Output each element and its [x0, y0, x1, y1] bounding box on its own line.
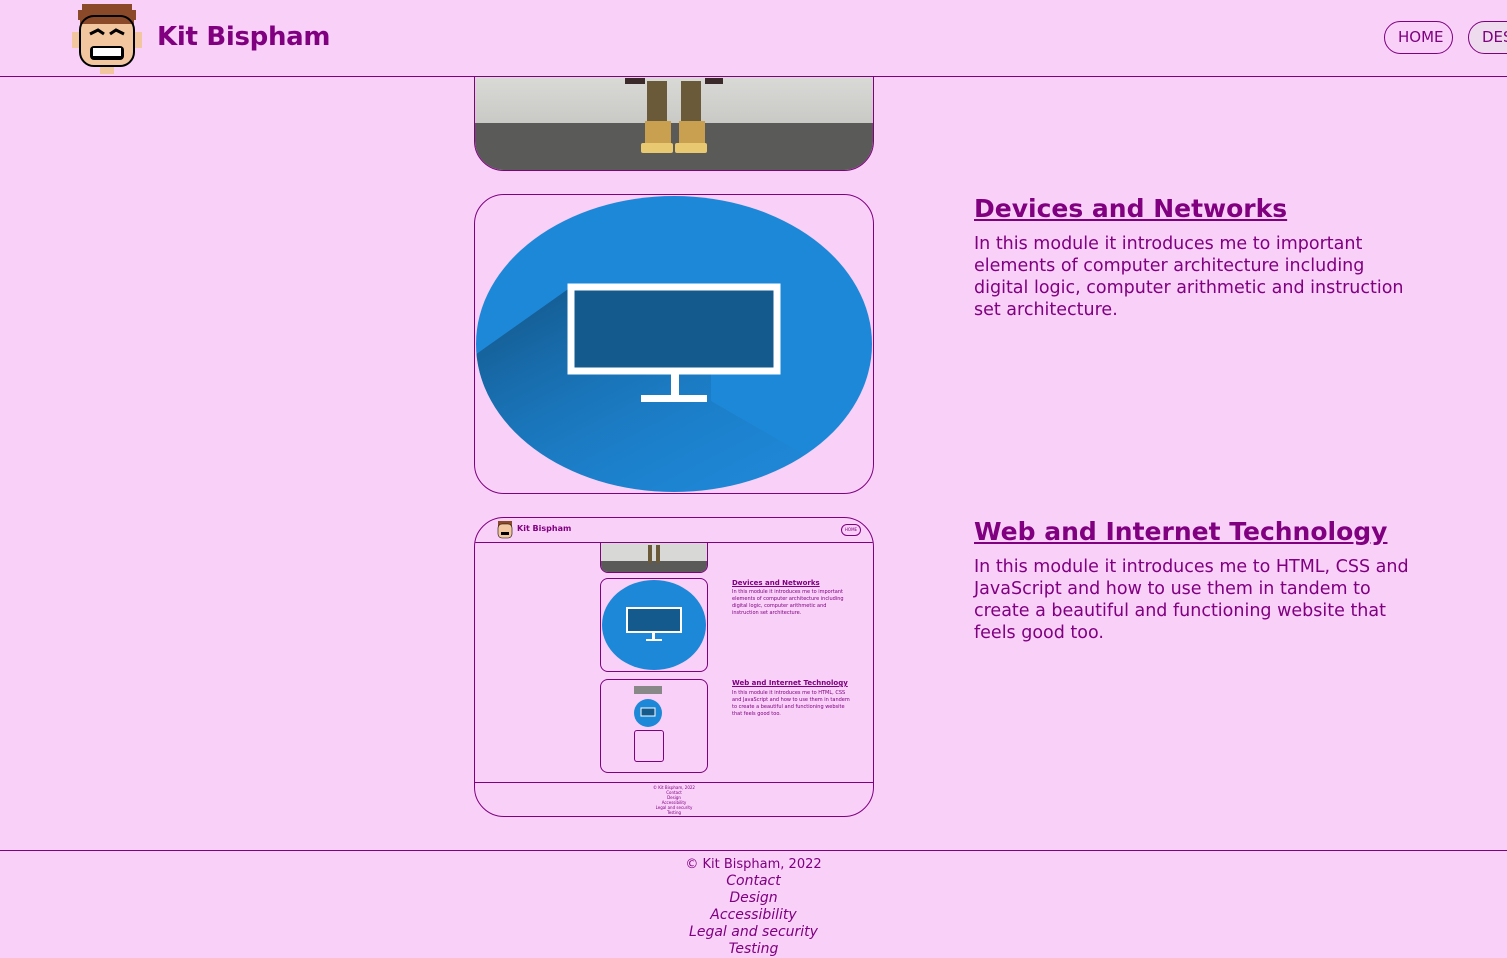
- module-title-devices-networks[interactable]: Devices and Networks: [974, 194, 1287, 223]
- footer-link-contact[interactable]: Contact: [0, 873, 1507, 890]
- mini-header: Kit Bispham HOME: [475, 518, 873, 543]
- monitor-icon: [476, 196, 872, 492]
- mini-site-title: Kit Bispham: [517, 524, 572, 533]
- mini-footer-link: Testing: [666, 810, 682, 815]
- site-title[interactable]: Kit Bispham: [157, 22, 331, 52]
- copyright-text: © Kit Bispham, 2022: [685, 857, 822, 872]
- devices-networks-image-card[interactable]: [474, 194, 874, 494]
- mini-home-button: HOME: [841, 524, 861, 536]
- mini-robot-card: [600, 542, 708, 573]
- mini-monitor-card: [600, 578, 708, 672]
- website-screenshot: Kit Bispham HOME Devices and Networks In…: [475, 518, 873, 816]
- mini-web-title: Web and Internet Technology: [732, 679, 848, 687]
- footer-link-testing[interactable]: Testing: [0, 941, 1507, 958]
- nav-home-button[interactable]: HOME: [1384, 21, 1453, 54]
- module-description: In this module it introduces me to impor…: [974, 234, 1404, 320]
- mini-monitor-icon: [602, 580, 706, 670]
- mini-footer: © Kit Bispham, 2022 Contact Design Acces…: [475, 782, 873, 815]
- site-header: Kit Bispham HOME DESIGN: [0, 0, 1507, 77]
- mini-devices-title: Devices and Networks: [732, 579, 820, 587]
- site-footer: © Kit Bispham, 2022 Contact Design Acces…: [0, 850, 1507, 958]
- module-description: In this module it introduces me to HTML,…: [974, 557, 1409, 643]
- mini-avatar-icon: [497, 521, 513, 539]
- footer-link-legal-security[interactable]: Legal and security: [0, 924, 1507, 941]
- footer-link-design[interactable]: Design: [0, 890, 1507, 907]
- mini-nested-card: [600, 679, 708, 773]
- avatar-icon[interactable]: [70, 0, 144, 76]
- web-internet-image-card[interactable]: Kit Bispham HOME Devices and Networks In…: [474, 517, 874, 817]
- nav-design-button[interactable]: DESIGN: [1468, 21, 1507, 54]
- mini-devices-text: In this module it introduces me to impor…: [732, 589, 844, 616]
- module-title-web-internet[interactable]: Web and Internet Technology: [974, 517, 1387, 546]
- mini-nested-monitor-icon: [634, 699, 662, 727]
- mini-web-text: In this module it introduces me to HTML,…: [732, 690, 850, 717]
- footer-link-accessibility[interactable]: Accessibility: [0, 907, 1507, 924]
